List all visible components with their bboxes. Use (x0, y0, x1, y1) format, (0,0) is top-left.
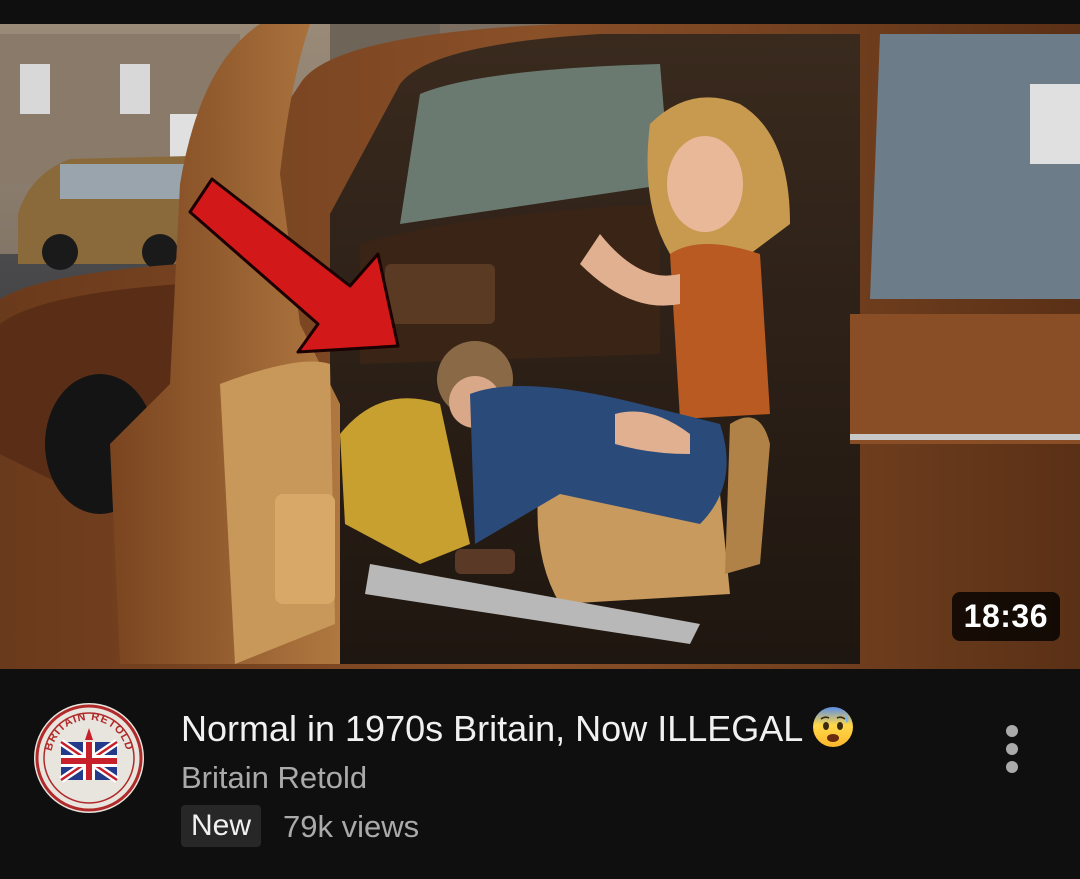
video-title-text: Normal in 1970s Britain, Now ILLEGAL (181, 708, 804, 749)
view-count: 79k views (283, 809, 420, 844)
more-dot (1006, 761, 1018, 773)
channel-avatar[interactable]: BRITAIN RETOLD (33, 702, 145, 814)
thumbnail-image (0, 24, 1080, 669)
video-metadata[interactable]: BRITAIN RETOLD Normal in 1970s Britain, … (0, 669, 1080, 879)
duration-badge: 18:36 (951, 592, 1060, 641)
more-dot (1006, 725, 1018, 737)
status-bar (0, 0, 1080, 24)
video-thumbnail[interactable]: 18:36 (0, 24, 1080, 669)
new-badge: New (181, 805, 262, 847)
channel-name[interactable]: Britain Retold (181, 760, 367, 796)
britain-retold-logo-icon: BRITAIN RETOLD (34, 703, 144, 813)
anxious-face-icon (813, 707, 854, 747)
more-vertical-icon[interactable] (990, 719, 1034, 779)
more-dot (1006, 743, 1018, 755)
video-title[interactable]: Normal in 1970s Britain, Now ILLEGAL (181, 705, 855, 750)
